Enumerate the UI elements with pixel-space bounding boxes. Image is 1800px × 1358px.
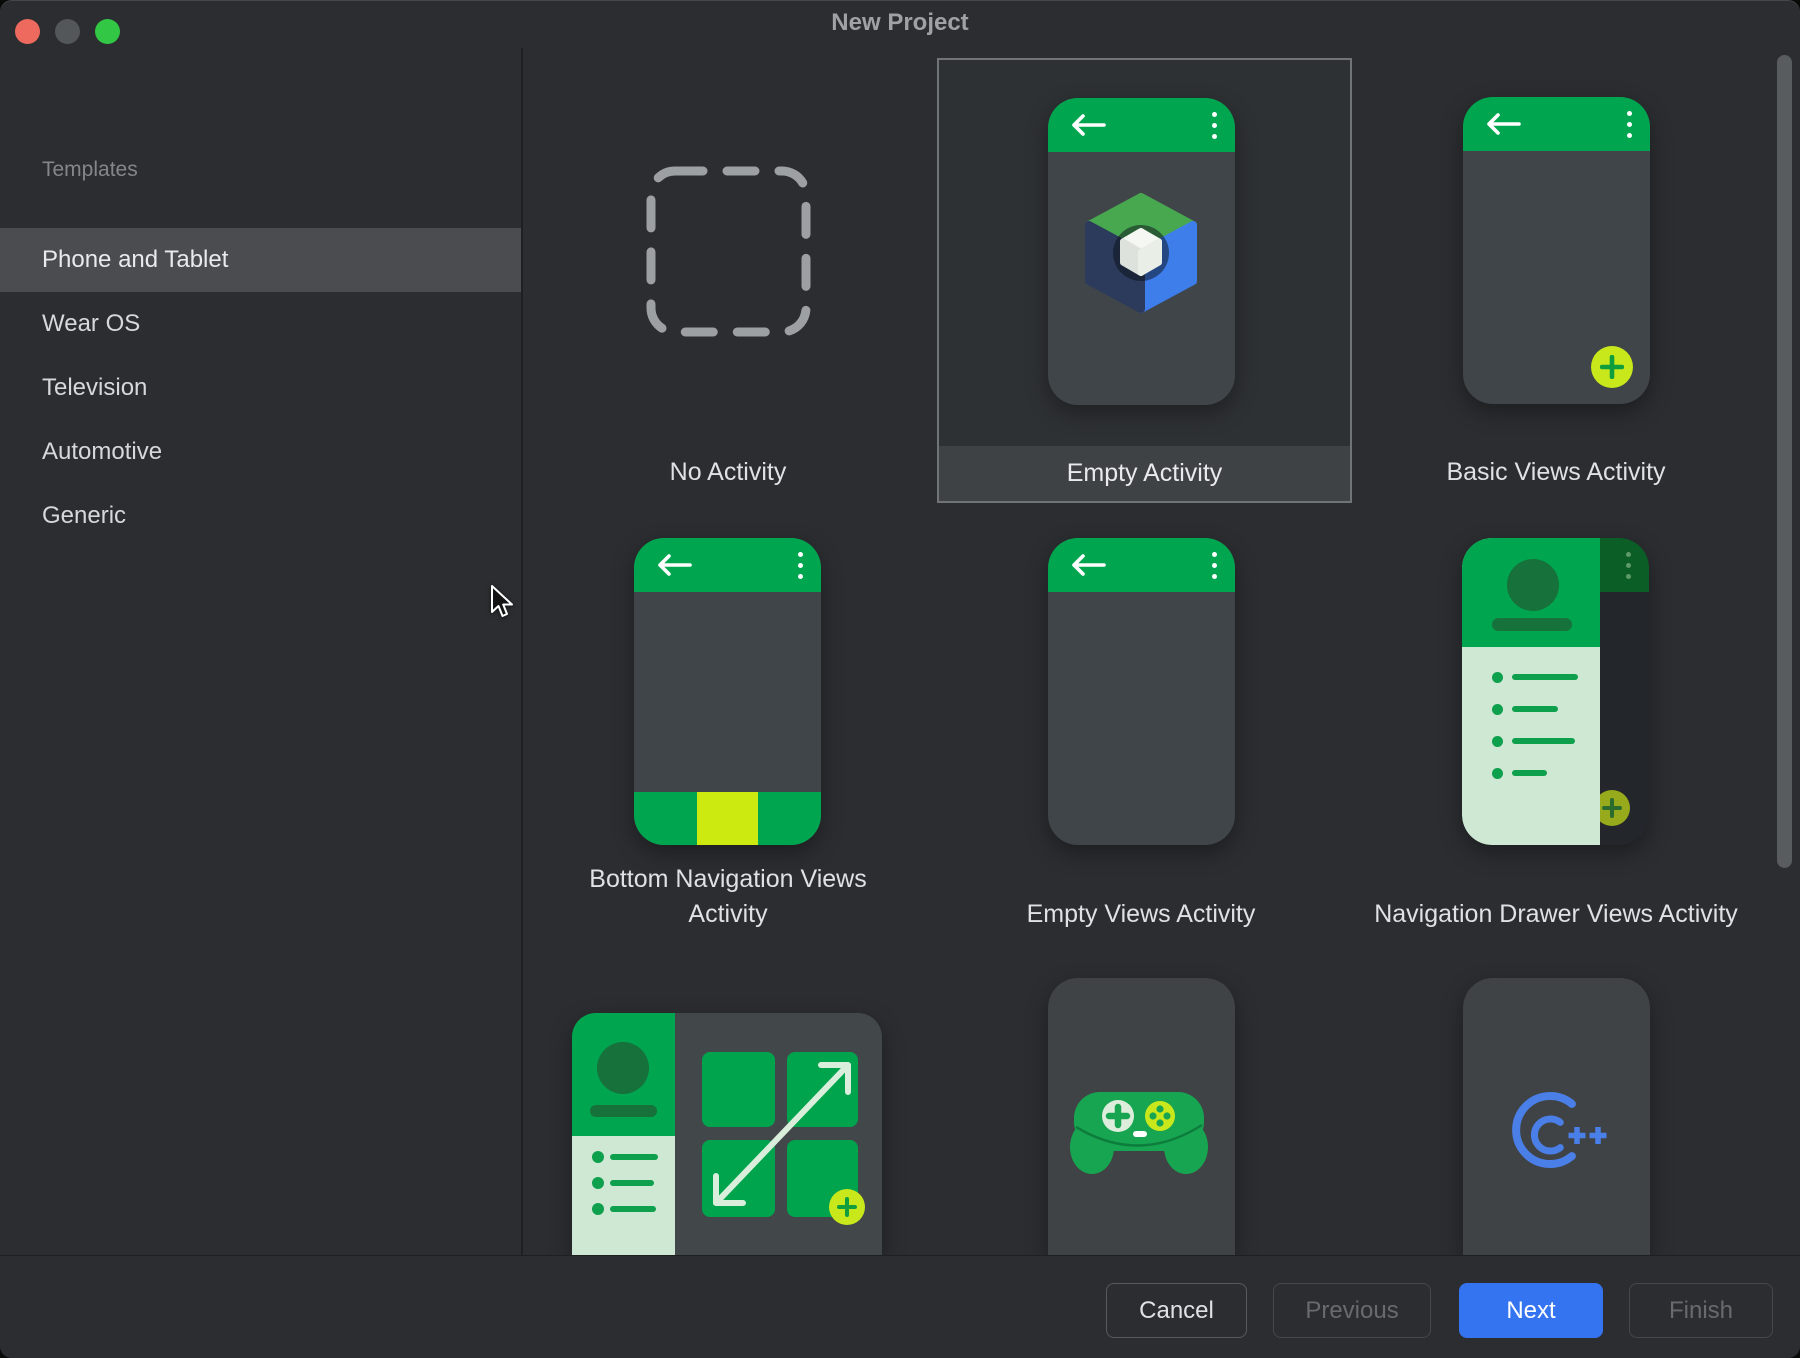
back-arrow-icon [652,552,696,578]
footer-bar: Cancel Previous Next Finish [0,1255,1800,1358]
nav-drawer-panel [1462,538,1600,845]
mouse-cursor [489,585,515,624]
overflow-menu-icon [1626,552,1631,579]
card-label: Empty Views Activity [911,900,1371,929]
card-label: Empty Activity [939,446,1350,501]
empty-activity-phone-mockup [1048,98,1235,405]
sidebar-list: Phone and Tablet Wear OS Television Auto… [0,228,522,548]
cpp-icon [1500,1080,1620,1190]
jetpack-compose-icon [1083,193,1199,313]
next-button[interactable]: Next [1459,1283,1603,1338]
titlebar: New Project [0,0,1800,48]
card-label: Basic Views Activity [1326,458,1786,487]
appbar [1048,538,1235,592]
game-controller-icon [1056,1083,1226,1198]
avatar [1507,559,1559,611]
gallery-scrollbar[interactable] [1777,55,1792,868]
page-title: New Project [0,9,1800,37]
back-arrow-icon [1066,552,1110,578]
appbar [1463,97,1650,151]
card-cpp-template[interactable] [1463,978,1650,1255]
overflow-menu-icon [1627,111,1632,138]
overflow-menu-icon [1212,552,1217,579]
appbar [634,538,821,592]
cancel-button[interactable]: Cancel [1106,1283,1247,1338]
sidebar-item-label: Generic [42,502,126,530]
overflow-menu-icon [798,552,803,579]
empty-views-phone-mockup [1048,538,1235,845]
new-project-dialog: New Project Templates Phone and Tablet W… [0,0,1800,1358]
fab-add-icon [829,1189,865,1225]
sidebar-item-wear-os[interactable]: Wear OS [0,292,522,356]
nav-drawer-phone-mockup [1462,538,1649,845]
bottom-nav-phone-mockup [634,538,821,845]
sidebar-item-label: Automotive [42,438,162,466]
sidebar-divider [521,48,523,1255]
templates-header: Templates [42,158,138,182]
avatar [597,1042,649,1094]
no-activity-icon [645,165,812,343]
sidebar-item-phone-and-tablet[interactable]: Phone and Tablet [0,228,522,292]
sidebar-item-label: Television [42,374,147,402]
back-arrow-icon [1066,112,1110,138]
card-label: No Activity [498,458,958,487]
card-game-template[interactable] [1048,978,1235,1255]
previous-button[interactable]: Previous [1273,1283,1431,1338]
card-label: Bottom Navigation Views Activity [548,862,908,932]
card-label: Navigation Drawer Views Activity [1326,900,1786,929]
sidebar-item-label: Phone and Tablet [42,246,228,274]
fab-add-icon [1591,346,1633,388]
card-tablet-template[interactable] [572,1013,882,1255]
sidebar-item-automotive[interactable]: Automotive [0,420,522,484]
overflow-menu-icon [1212,112,1217,139]
back-arrow-icon [1481,111,1525,137]
appbar [1048,98,1235,152]
bottom-nav-bar [634,792,821,845]
basic-views-phone-mockup [1463,97,1650,404]
sidebar-item-television[interactable]: Television [0,356,522,420]
sidebar-item-label: Wear OS [42,310,140,338]
sidebar: Templates Phone and Tablet Wear OS Telev… [0,48,522,1255]
sidebar-item-generic[interactable]: Generic [0,484,522,548]
finish-button[interactable]: Finish [1629,1283,1773,1338]
